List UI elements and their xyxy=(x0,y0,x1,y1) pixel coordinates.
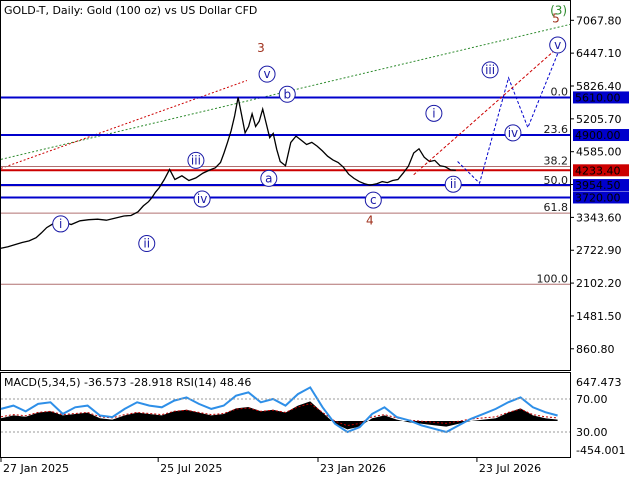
wave-label-red: 4 xyxy=(366,213,374,227)
y-tick-label: 6447.10 xyxy=(576,47,622,60)
x-tick-label: 23 Jul 2026 xyxy=(479,462,541,475)
wave-label-blue: a xyxy=(265,171,272,185)
wave-label-blue: iii xyxy=(191,153,201,167)
wave-label-green: (3) xyxy=(550,3,567,17)
wave-label-blue: v xyxy=(264,67,271,81)
indicator-tick-label: 70.00 xyxy=(576,393,608,406)
fib-label: 38.2 xyxy=(544,155,569,168)
wave-label-blue: iv xyxy=(508,126,518,140)
indicator-y-axis: 647.473 70.00 30.00 -454.001 xyxy=(576,376,625,457)
y-tick-label: 5205.70 xyxy=(576,113,622,126)
indicator-label: MACD(5,34,5) -36.573 -28.918 RSI(14) 48.… xyxy=(4,376,251,389)
fib-label: 61.8 xyxy=(544,201,569,214)
wave-label-blue: ii xyxy=(450,177,457,191)
y-tick-label: 3343.60 xyxy=(576,211,622,224)
y-tick-label: 1481.50 xyxy=(576,310,622,323)
wave-label-blue: b xyxy=(283,87,291,101)
indicator-tick-label: 647.473 xyxy=(576,376,622,389)
chart-title: GOLD-T, Daily: Gold (100 oz) vs US Dolla… xyxy=(4,4,257,17)
wave-label-blue: ii xyxy=(143,237,150,251)
wave-label-red: 3 xyxy=(257,41,265,55)
wave-label-blue: iii xyxy=(485,63,495,77)
fib-label: 23.6 xyxy=(544,123,569,136)
y-tick-label: 7067.80 xyxy=(576,14,622,27)
y-tick-label: 2722.90 xyxy=(576,244,622,257)
wave-label-blue: c xyxy=(370,193,377,207)
fib-label: 100.0 xyxy=(537,272,569,285)
x-tick-label: 25 Jul 2025 xyxy=(160,462,222,475)
level-tag-text: 5610.00 xyxy=(575,91,621,104)
x-tick-label: 27 Jan 2025 xyxy=(3,462,69,475)
level-tag-text: 4900.00 xyxy=(575,129,621,142)
indicator-tick-label: -454.001 xyxy=(576,444,625,457)
y-tick-label: 2102.20 xyxy=(576,277,622,290)
y-tick-label: 4585.00 xyxy=(576,146,622,159)
indicator-tick-label: 30.00 xyxy=(576,426,608,439)
time-x-axis: 27 Jan 2025 25 Jul 2025 23 Jan 2026 23 Jul … xyxy=(0,458,541,475)
level-tag-text: 3954.50 xyxy=(575,179,621,192)
y-tick-label: 860.80 xyxy=(576,343,615,356)
level-tag-text: 3720.00 xyxy=(575,191,621,204)
level-tag-text: 4233.40 xyxy=(575,164,621,177)
wave-label-blue: i xyxy=(59,217,62,231)
wave-label-blue: i xyxy=(432,106,435,120)
wave-label-blue: v xyxy=(554,38,561,52)
wave-label-blue: iv xyxy=(197,192,207,206)
gold-daily-chart[interactable]: 0.023.638.250.061.8100.0 iiiiiiivvabciii… xyxy=(0,0,640,480)
x-tick-label: 23 Jan 2026 xyxy=(320,462,386,475)
